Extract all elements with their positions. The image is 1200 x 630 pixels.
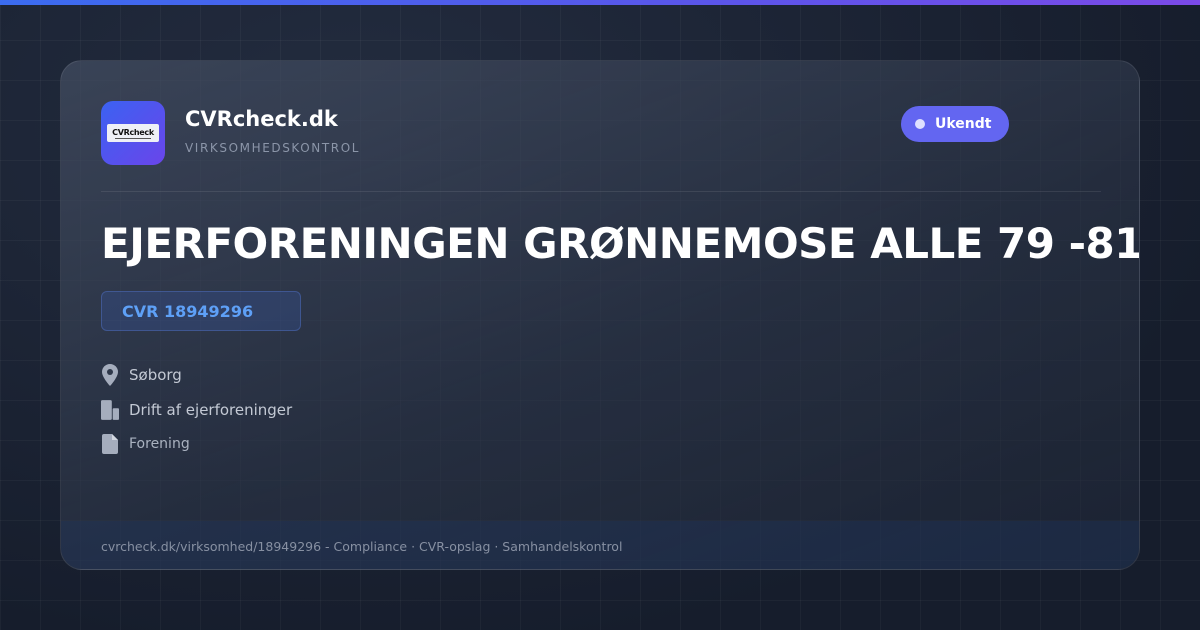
location-row: Søborg bbox=[101, 364, 182, 386]
footer-text: cvrcheck.dk/virksomhed/18949296 - Compli… bbox=[101, 538, 623, 554]
logo-underline bbox=[115, 137, 151, 139]
industry-row: Drift af ejerforeninger bbox=[101, 399, 292, 421]
location-text: Søborg bbox=[129, 366, 182, 384]
header-divider bbox=[101, 191, 1101, 192]
company-type-row: Forening bbox=[101, 433, 190, 455]
logo-mark: CVRcheck bbox=[107, 124, 159, 142]
document-icon bbox=[101, 433, 119, 455]
status-badge: Ukendt bbox=[901, 106, 1010, 142]
company-name: EJERFORENINGEN GRØNNEMOSE ALLE 79 -81 bbox=[101, 219, 1140, 268]
cvr-number: CVR 18949296 bbox=[122, 301, 254, 321]
map-pin-icon bbox=[101, 364, 119, 386]
industry-text: Drift af ejerforeninger bbox=[129, 401, 293, 419]
cvr-badge: CVR 18949296 bbox=[101, 291, 301, 331]
logo-text: CVRcheck bbox=[112, 127, 154, 137]
company-type-text: Forening bbox=[129, 436, 190, 452]
status-label: Ukendt bbox=[935, 116, 992, 132]
brand-name: CVRcheck.dk bbox=[185, 107, 338, 131]
company-card: CVRcheck CVRcheck.dk VIRKSOMHEDSKONTROL … bbox=[60, 60, 1140, 570]
status-dot-icon bbox=[915, 119, 925, 129]
brand-tagline: VIRKSOMHEDSKONTROL bbox=[185, 141, 361, 155]
brand-logo: CVRcheck bbox=[101, 101, 165, 165]
footer: cvrcheck.dk/virksomhed/18949296 - Compli… bbox=[61, 521, 1139, 569]
top-accent-bar bbox=[0, 0, 1200, 5]
building-icon bbox=[101, 399, 119, 421]
